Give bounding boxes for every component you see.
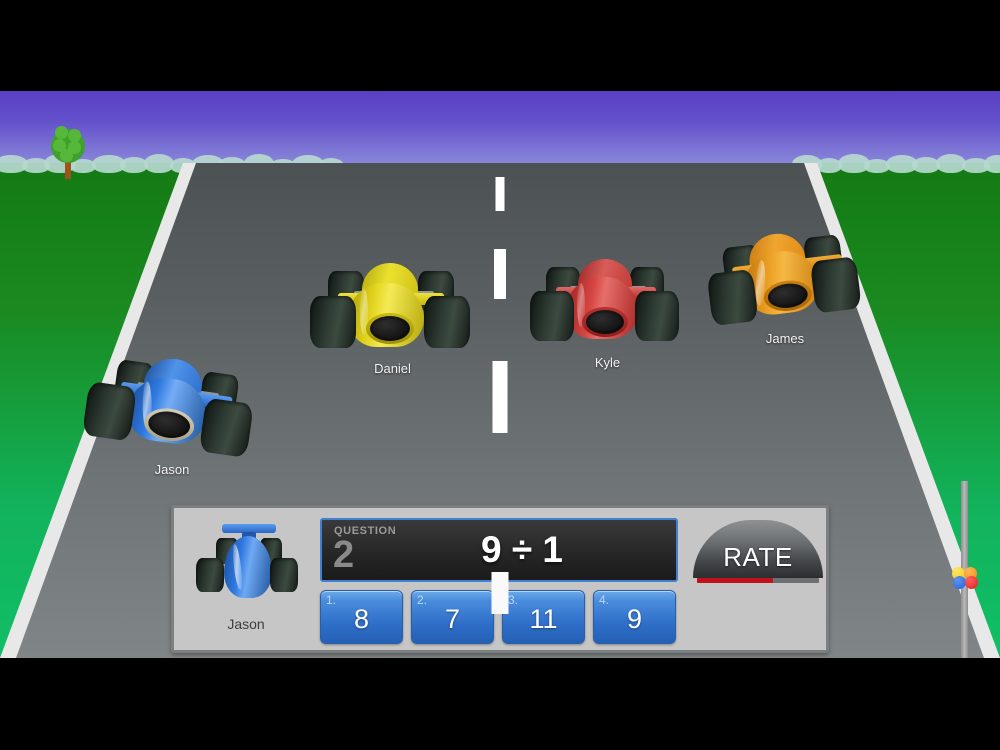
answer-value: 11 <box>529 604 558 634</box>
rate-gauge-bar-track <box>697 578 819 583</box>
answer-button-2[interactable]: 2. 7 <box>411 590 494 644</box>
race-car-label: Daniel <box>374 361 411 376</box>
rate-gauge-bar-fill <box>697 578 773 583</box>
answer-value: 9 <box>626 604 643 634</box>
race-car-jason: Jason <box>81 355 262 489</box>
race-car-kyle: Kyle <box>530 259 685 384</box>
rate-gauge-label: RATE <box>723 542 793 572</box>
game-screen: James Kyle Daniel Jason Jason QUESTION 2… <box>0 0 1000 750</box>
race-car-daniel: Daniel <box>310 263 475 388</box>
rate-gauge: RATE <box>693 520 823 583</box>
lane-dash <box>492 361 508 433</box>
race-car-label: Jason <box>154 462 190 477</box>
letterbox-top <box>0 0 1000 91</box>
answer-button-1[interactable]: 1. 8 <box>320 590 403 644</box>
lane-dash <box>495 177 505 211</box>
answer-value: 7 <box>444 604 461 634</box>
lamp-red-icon <box>965 576 978 589</box>
question-expression: 9 ÷ 1 <box>480 529 564 570</box>
lane-dash <box>494 249 506 299</box>
lane-divider-tab <box>491 572 509 614</box>
answer-button-4[interactable]: 4. 9 <box>593 590 676 644</box>
answer-button-3[interactable]: 3. 11 <box>502 590 585 644</box>
letterbox-bottom <box>0 658 1000 750</box>
hud-player-name: Jason <box>227 616 265 632</box>
signal-lamps[interactable] <box>952 567 980 591</box>
race-car-james: James <box>700 230 870 361</box>
race-car-label: Kyle <box>594 355 621 370</box>
answer-value: 8 <box>353 604 370 634</box>
race-car-label: James <box>765 331 805 346</box>
hud-player-car: Jason <box>186 516 306 644</box>
